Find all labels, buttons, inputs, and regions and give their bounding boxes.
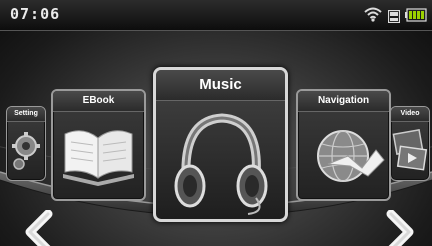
menu-item-navigation[interactable]: Navigation bbox=[296, 89, 391, 201]
setting-icon bbox=[7, 122, 45, 180]
previous-button[interactable] bbox=[22, 209, 56, 246]
battery-icon bbox=[405, 7, 427, 26]
chevron-right-icon bbox=[386, 209, 414, 246]
clock: 07:06 bbox=[10, 5, 61, 23]
next-button[interactable] bbox=[383, 209, 417, 246]
video-icon bbox=[391, 122, 429, 180]
status-bar: 07:06 bbox=[0, 0, 432, 31]
menu-item-music[interactable]: Music bbox=[153, 67, 288, 222]
menu-item-video[interactable]: Video bbox=[390, 106, 430, 181]
menu-item-label: Navigation bbox=[298, 91, 389, 112]
storage-icon bbox=[387, 8, 401, 27]
menu-item-label: EBook bbox=[53, 91, 144, 112]
headphones-icon bbox=[156, 102, 285, 219]
menu-item-ebook[interactable]: EBook bbox=[51, 89, 146, 201]
globe-arrow-icon bbox=[298, 112, 389, 199]
menu-item-label: Video bbox=[391, 107, 429, 122]
home-screen: 07:06 Setting EBook Music Navigation Vid… bbox=[0, 0, 432, 246]
menu-item-label: Setting bbox=[7, 107, 45, 122]
menu-item-label: Music bbox=[156, 70, 285, 101]
menu-item-setting[interactable]: Setting bbox=[6, 106, 46, 181]
menu-carousel: Setting EBook Music Navigation Video bbox=[0, 30, 432, 246]
chevron-left-icon bbox=[25, 209, 53, 246]
open-book-icon bbox=[53, 112, 144, 199]
wifi-icon bbox=[364, 6, 382, 26]
